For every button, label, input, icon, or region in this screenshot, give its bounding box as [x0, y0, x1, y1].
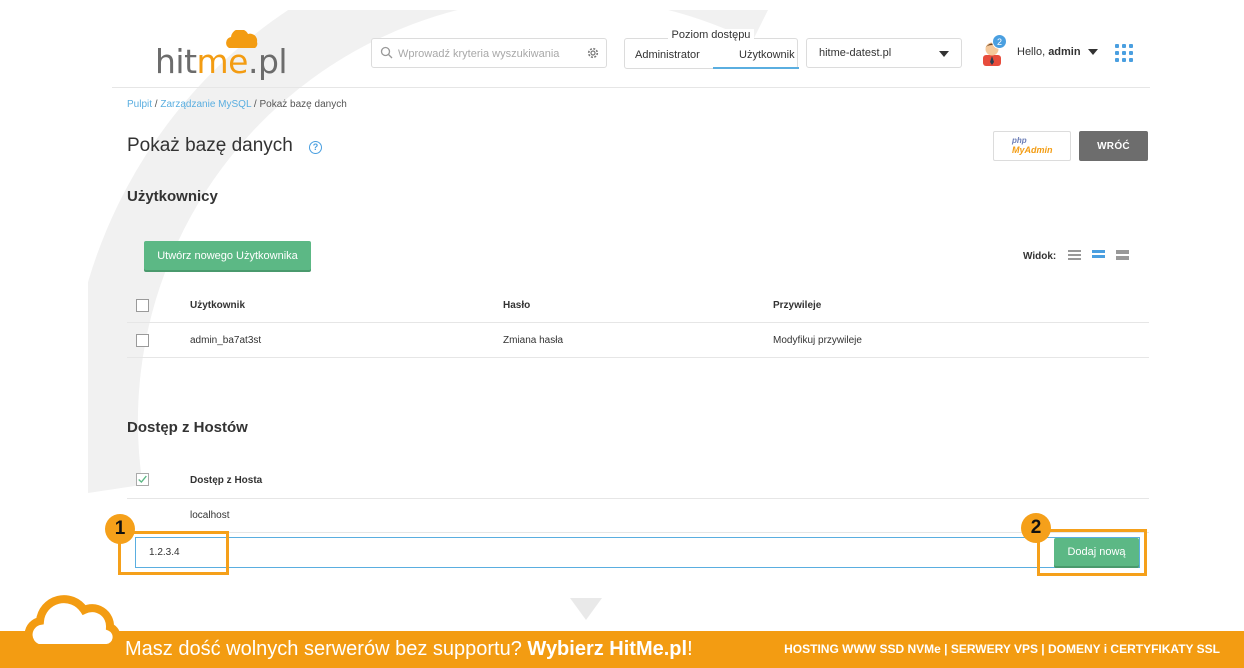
search-icon: [380, 46, 393, 59]
column-header-password: Hasło: [503, 300, 531, 311]
domain-select-value: hitme-datest.pl: [819, 47, 892, 59]
banner-cloud-icon: [24, 595, 121, 652]
banner-slogan-bold: Wybierz HitMe.pl: [527, 638, 688, 660]
phpmyadmin-myadmin-text: MyAdmin: [1012, 145, 1053, 155]
view-list-compact-icon[interactable]: [1068, 250, 1081, 262]
back-button[interactable]: WRÓĆ: [1079, 131, 1148, 161]
annotation-number-1: 1: [105, 514, 135, 544]
list-item: localhost: [127, 499, 1149, 533]
select-all-hosts-checkbox[interactable]: [136, 473, 149, 486]
apps-grid-icon[interactable]: [1115, 44, 1133, 62]
hosts-table-header: Dostęp z Hosta: [127, 463, 1149, 499]
breadcrumb-current: Pokaż bazę danych: [259, 99, 347, 110]
banner-slogan: Masz dość wolnych serwerów bez supportu?…: [125, 638, 693, 660]
user-menu-chevron-icon[interactable]: [1088, 49, 1098, 55]
column-header-privileges: Przywileje: [773, 300, 822, 311]
access-level-switch: Poziom dostępu Administrator Użytkownik: [624, 29, 799, 69]
hosts-section-title: Dostęp z Hostów: [127, 419, 248, 436]
column-header-host-access: Dostęp z Hosta: [190, 475, 263, 486]
page-title: Pokaż bazę danych: [127, 135, 293, 156]
user-name-cell: admin_ba7at3st: [190, 335, 262, 346]
access-level-label: Poziom dostępu: [667, 29, 755, 41]
screen: hitme.pl Poziom dostępu Administrator Uż…: [0, 0, 1244, 668]
phpmyadmin-button[interactable]: php MyAdmin: [993, 131, 1071, 161]
hitme-logo[interactable]: hitme.pl: [155, 30, 288, 81]
host-name-cell: localhost: [190, 510, 230, 521]
logo-text: hitme.pl: [155, 42, 288, 81]
domain-select[interactable]: hitme-datest.pl: [806, 38, 962, 68]
view-list-medium-icon[interactable]: [1092, 250, 1105, 262]
user-greeting[interactable]: Hello, admin: [1017, 46, 1081, 58]
phpmyadmin-php-text: php: [1012, 136, 1027, 145]
view-label: Widok:: [1023, 251, 1057, 262]
modify-privileges-link[interactable]: Modyfikuj przywileje: [773, 335, 862, 346]
notification-badge[interactable]: 2: [992, 34, 1007, 49]
new-host-input[interactable]: [136, 538, 1054, 567]
annotation-box-2: [1037, 529, 1147, 576]
access-active-underline: [713, 67, 799, 69]
select-all-users-checkbox[interactable]: [136, 299, 149, 312]
breadcrumb-link-mysql[interactable]: Zarządzanie MySQL: [160, 99, 251, 110]
chevron-down-icon: [939, 51, 949, 57]
annotation-number-2: 2: [1021, 513, 1051, 543]
gear-icon[interactable]: [586, 46, 600, 60]
annotation-box-1: [118, 531, 229, 575]
breadcrumb-link-pulpit[interactable]: Pulpit: [127, 99, 152, 110]
column-header-user: Użytkownik: [190, 300, 246, 311]
banner-services: HOSTING WWW SSD NVMe | SERWERY VPS | DOM…: [784, 642, 1220, 656]
search-box: [371, 38, 607, 68]
row-checkbox[interactable]: [136, 334, 149, 347]
users-table-header: Użytkownik Hasło Przywileje: [127, 288, 1149, 323]
top-header: hitme.pl Poziom dostępu Administrator Uż…: [112, 20, 1150, 88]
access-option-administrator[interactable]: Administrator: [635, 49, 700, 61]
table-row: admin_ba7at3st Zmiana hasła Modyfikuj pr…: [127, 323, 1149, 358]
change-password-link[interactable]: Zmiana hasła: [503, 335, 563, 346]
access-option-user[interactable]: Użytkownik: [739, 49, 795, 61]
users-section-title: Użytkownicy: [127, 188, 218, 205]
scroll-down-arrow-icon: [570, 598, 602, 620]
breadcrumb: Pulpit / Zarządzanie MySQL / Pokaż bazę …: [127, 99, 347, 110]
create-user-button[interactable]: Utwórz nowego Użytkownika: [144, 241, 311, 270]
search-input[interactable]: [398, 44, 578, 64]
username: admin: [1048, 46, 1081, 58]
view-list-large-icon[interactable]: [1116, 250, 1129, 262]
help-icon[interactable]: ?: [309, 141, 322, 154]
new-host-row: [135, 537, 1140, 568]
